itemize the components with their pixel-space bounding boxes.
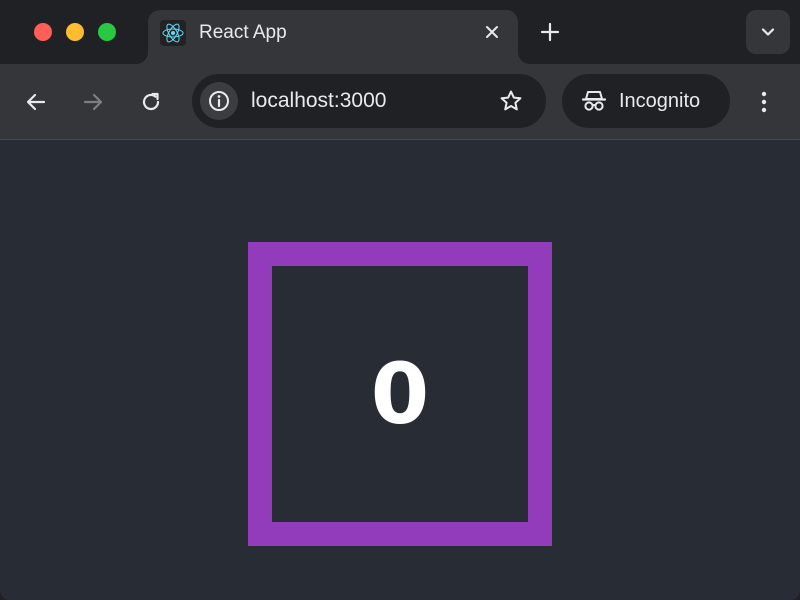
close-window-icon[interactable] bbox=[34, 23, 52, 41]
address-bar[interactable]: localhost:3000 bbox=[192, 74, 546, 128]
tab-react-app[interactable]: React App bbox=[148, 10, 518, 64]
minimize-window-icon[interactable] bbox=[66, 23, 84, 41]
incognito-label: Incognito bbox=[619, 90, 701, 112]
tab-strip: React App bbox=[0, 0, 800, 64]
react-logo-icon bbox=[160, 20, 186, 46]
url-text[interactable]: localhost:3000 bbox=[251, 89, 386, 113]
toolbar: localhost:3000 Incognito bbox=[0, 64, 800, 140]
plus-icon[interactable] bbox=[536, 18, 564, 46]
incognito-icon bbox=[580, 87, 608, 115]
counter-value: 0 bbox=[370, 345, 430, 443]
reload-icon[interactable] bbox=[135, 86, 167, 118]
close-icon[interactable] bbox=[480, 20, 504, 44]
maximize-window-icon[interactable] bbox=[98, 23, 116, 41]
info-icon[interactable] bbox=[200, 82, 238, 120]
arrow-right-icon[interactable] bbox=[77, 86, 109, 118]
incognito-profile-button[interactable]: Incognito bbox=[562, 74, 730, 128]
more-vertical-icon[interactable] bbox=[752, 86, 776, 118]
page-content: 0 bbox=[0, 141, 800, 600]
star-icon[interactable] bbox=[498, 88, 524, 114]
chevron-down-icon[interactable] bbox=[746, 10, 790, 54]
counter-box[interactable]: 0 bbox=[248, 242, 552, 546]
arrow-left-icon[interactable] bbox=[20, 86, 52, 118]
tab-title: React App bbox=[199, 22, 287, 43]
browser-window: React App localhost:3000 Incognito 0 bbox=[0, 0, 800, 600]
